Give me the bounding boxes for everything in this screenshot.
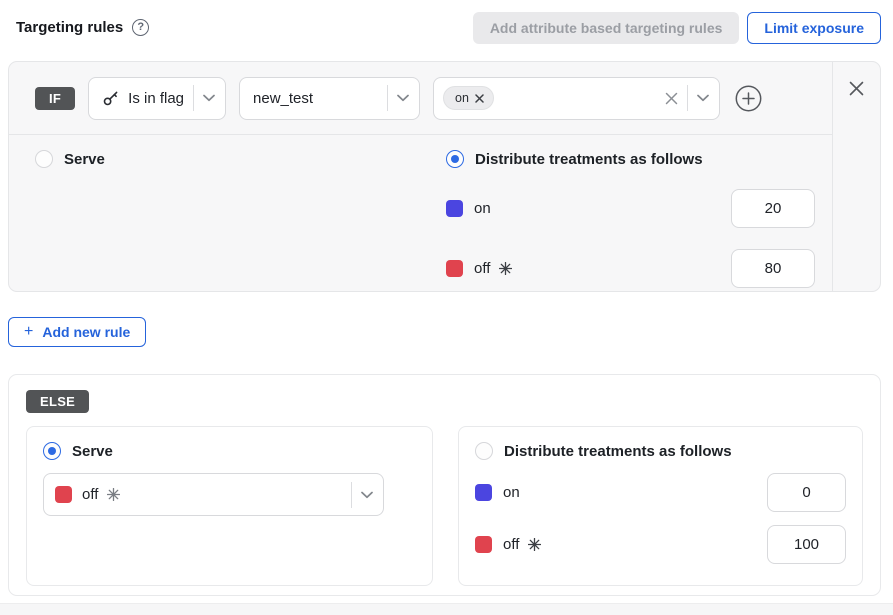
divider bbox=[351, 482, 352, 508]
treatment-off-percent-input[interactable] bbox=[731, 249, 815, 288]
chevron-down-icon bbox=[203, 94, 215, 102]
add-attribute-rules-button[interactable]: Add attribute based targeting rules bbox=[473, 12, 740, 44]
flag-select[interactable]: new_test bbox=[239, 77, 420, 120]
treatment-off-label: off bbox=[474, 260, 490, 277]
if-badge: IF bbox=[35, 87, 75, 110]
flag-select-value: new_test bbox=[253, 90, 378, 107]
else-serve-treatment-value: off bbox=[82, 486, 98, 503]
treatment-multiselect[interactable]: on bbox=[433, 77, 720, 120]
else-rule-card: ELSE Serve off bbox=[8, 374, 881, 596]
treatment-off-swatch bbox=[475, 536, 492, 553]
distribute-radio-row[interactable]: Distribute treatments as follows bbox=[446, 150, 815, 168]
if-rule-main: IF Is in flag new_test bbox=[9, 62, 832, 291]
add-new-rule-label: Add new rule bbox=[42, 324, 130, 340]
else-treatment-on-label: on bbox=[503, 484, 520, 501]
else-treatment-on-percent-input[interactable] bbox=[767, 473, 846, 512]
else-badge: ELSE bbox=[26, 390, 89, 413]
else-treatment-row-on: on bbox=[475, 473, 846, 512]
treatment-off-swatch bbox=[446, 260, 463, 277]
flag-key-icon bbox=[102, 89, 120, 107]
default-treatment-icon bbox=[107, 488, 120, 501]
else-serve-radio[interactable] bbox=[43, 442, 61, 460]
clear-selection-icon[interactable] bbox=[665, 92, 678, 105]
else-distribute-radio-label: Distribute treatments as follows bbox=[504, 443, 732, 460]
page-title: Targeting rules bbox=[16, 19, 123, 36]
matcher-select-value: Is in flag bbox=[128, 90, 184, 107]
treatment-on-swatch bbox=[475, 484, 492, 501]
if-condition-row: IF Is in flag new_test bbox=[9, 62, 832, 135]
serve-radio-row[interactable]: Serve bbox=[35, 150, 446, 168]
serve-radio[interactable] bbox=[35, 150, 53, 168]
treatment-row-off: off bbox=[446, 249, 815, 288]
divider bbox=[387, 85, 388, 111]
distribute-radio[interactable] bbox=[446, 150, 464, 168]
treatment-chip: on bbox=[443, 86, 494, 110]
chevron-down-icon bbox=[697, 94, 709, 102]
plus-icon: + bbox=[24, 324, 33, 340]
if-rule-body: Serve Distribute treatments as follows o… bbox=[9, 135, 832, 288]
default-treatment-icon bbox=[528, 538, 541, 551]
default-treatment-icon bbox=[499, 262, 512, 275]
else-distribute-radio-row[interactable]: Distribute treatments as follows bbox=[475, 442, 846, 460]
serve-option-area: Serve bbox=[35, 150, 446, 288]
chip-remove-icon[interactable] bbox=[475, 94, 484, 103]
divider bbox=[687, 85, 688, 111]
if-rule-card: IF Is in flag new_test bbox=[8, 61, 881, 292]
else-options-row: Serve off Distribute treat bbox=[26, 426, 863, 586]
treatment-on-label: on bbox=[474, 200, 491, 217]
else-treatment-off-label: off bbox=[503, 536, 519, 553]
treatment-off-swatch bbox=[55, 486, 72, 503]
treatment-chip-label: on bbox=[455, 91, 469, 105]
treatment-row-on: on bbox=[446, 189, 815, 228]
limit-exposure-button[interactable]: Limit exposure bbox=[747, 12, 881, 44]
treatment-on-percent-input[interactable] bbox=[731, 189, 815, 228]
delete-rule-icon[interactable] bbox=[847, 79, 866, 98]
help-icon[interactable]: ? bbox=[132, 19, 149, 36]
else-serve-card: Serve off bbox=[26, 426, 433, 586]
else-serve-treatment-select[interactable]: off bbox=[43, 473, 384, 516]
else-serve-radio-row[interactable]: Serve bbox=[43, 442, 416, 460]
else-treatment-off-percent-input[interactable] bbox=[767, 525, 846, 564]
add-condition-button[interactable] bbox=[733, 83, 764, 114]
else-treatment-row-off: off bbox=[475, 525, 846, 564]
distribute-radio-label: Distribute treatments as follows bbox=[475, 151, 703, 168]
serve-radio-label: Serve bbox=[64, 151, 105, 168]
chevron-down-icon bbox=[397, 94, 409, 102]
if-rule-side-strip bbox=[832, 62, 880, 291]
else-distribute-radio[interactable] bbox=[475, 442, 493, 460]
else-distribute-card: Distribute treatments as follows on off bbox=[458, 426, 863, 586]
chevron-down-icon bbox=[361, 491, 373, 499]
matcher-select[interactable]: Is in flag bbox=[88, 77, 226, 120]
divider bbox=[193, 85, 194, 111]
section-divider bbox=[0, 603, 893, 615]
else-serve-radio-label: Serve bbox=[72, 443, 113, 460]
add-new-rule-button[interactable]: + Add new rule bbox=[8, 317, 146, 347]
treatment-on-swatch bbox=[446, 200, 463, 217]
targeting-rules-header: Targeting rules ? Add attribute based ta… bbox=[0, 0, 893, 44]
distribute-option-area: Distribute treatments as follows on off bbox=[446, 150, 815, 288]
